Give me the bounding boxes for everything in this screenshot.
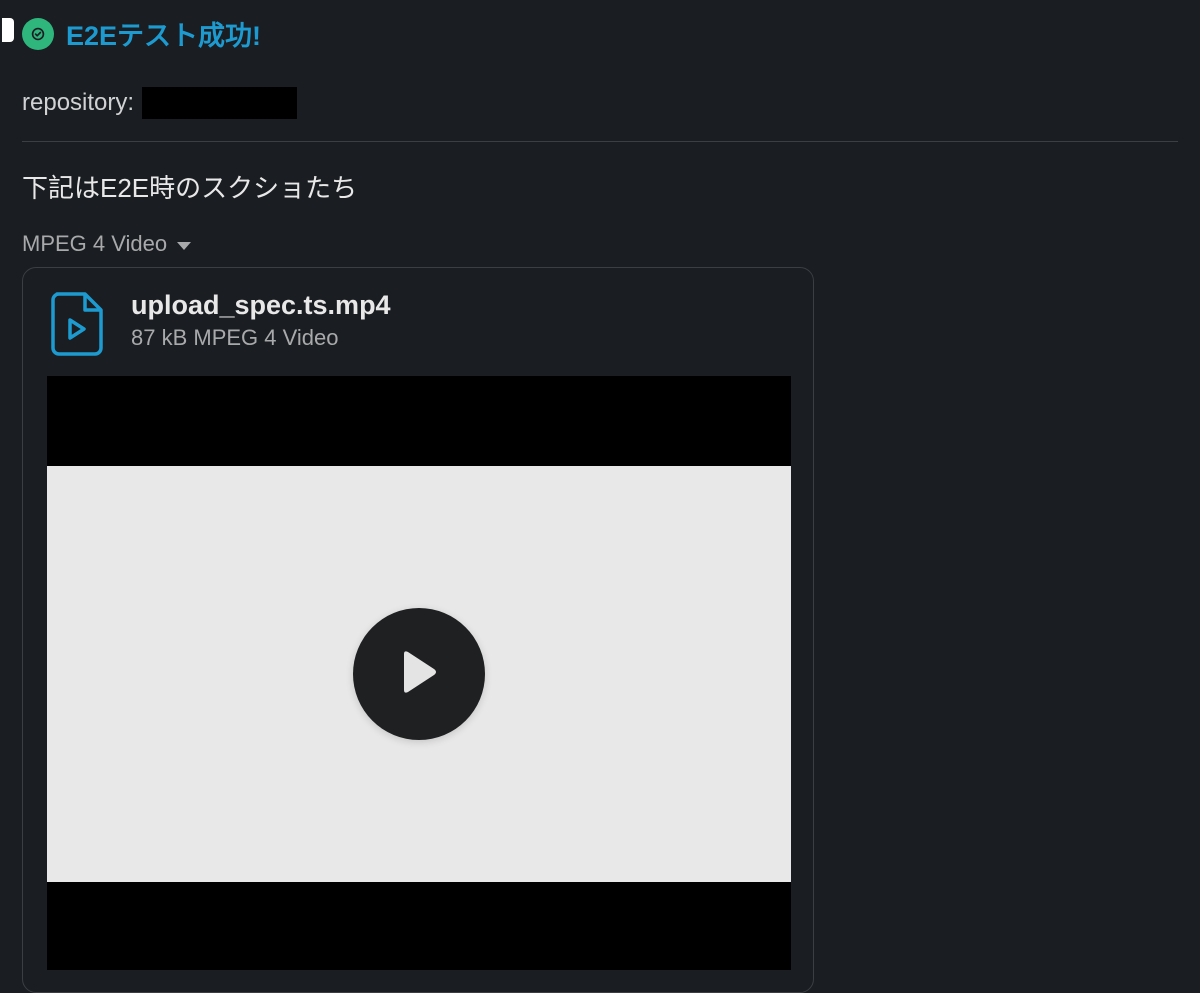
letterbox-top [47, 376, 791, 466]
repository-line: repository: [22, 67, 1178, 141]
play-button[interactable] [353, 608, 485, 740]
video-file-icon [51, 292, 103, 356]
file-name[interactable]: upload_spec.ts.mp4 [131, 290, 391, 321]
file-type-toggle[interactable]: MPEG 4 Video [22, 231, 1178, 257]
divider [22, 141, 1178, 142]
play-icon [400, 650, 438, 699]
video-preview[interactable] [47, 376, 791, 970]
caret-down-icon [177, 242, 191, 250]
file-type-label: MPEG 4 Video [22, 231, 167, 257]
status-line: E2Eテスト成功! [22, 8, 1178, 67]
attachment-card: upload_spec.ts.mp4 87 kB MPEG 4 Video [22, 267, 814, 993]
success-check-icon [22, 18, 54, 50]
file-meta: 87 kB MPEG 4 Video [131, 325, 391, 351]
file-header: upload_spec.ts.mp4 87 kB MPEG 4 Video [45, 290, 791, 356]
section-title: 下記はE2E時のスクショたち [22, 168, 1178, 205]
avatar-sliver [2, 18, 14, 42]
video-content-area [47, 466, 791, 882]
status-title-link[interactable]: E2Eテスト成功! [66, 14, 261, 53]
letterbox-bottom [47, 882, 791, 970]
repository-redacted-value [142, 87, 297, 119]
repository-label: repository: [22, 89, 134, 117]
